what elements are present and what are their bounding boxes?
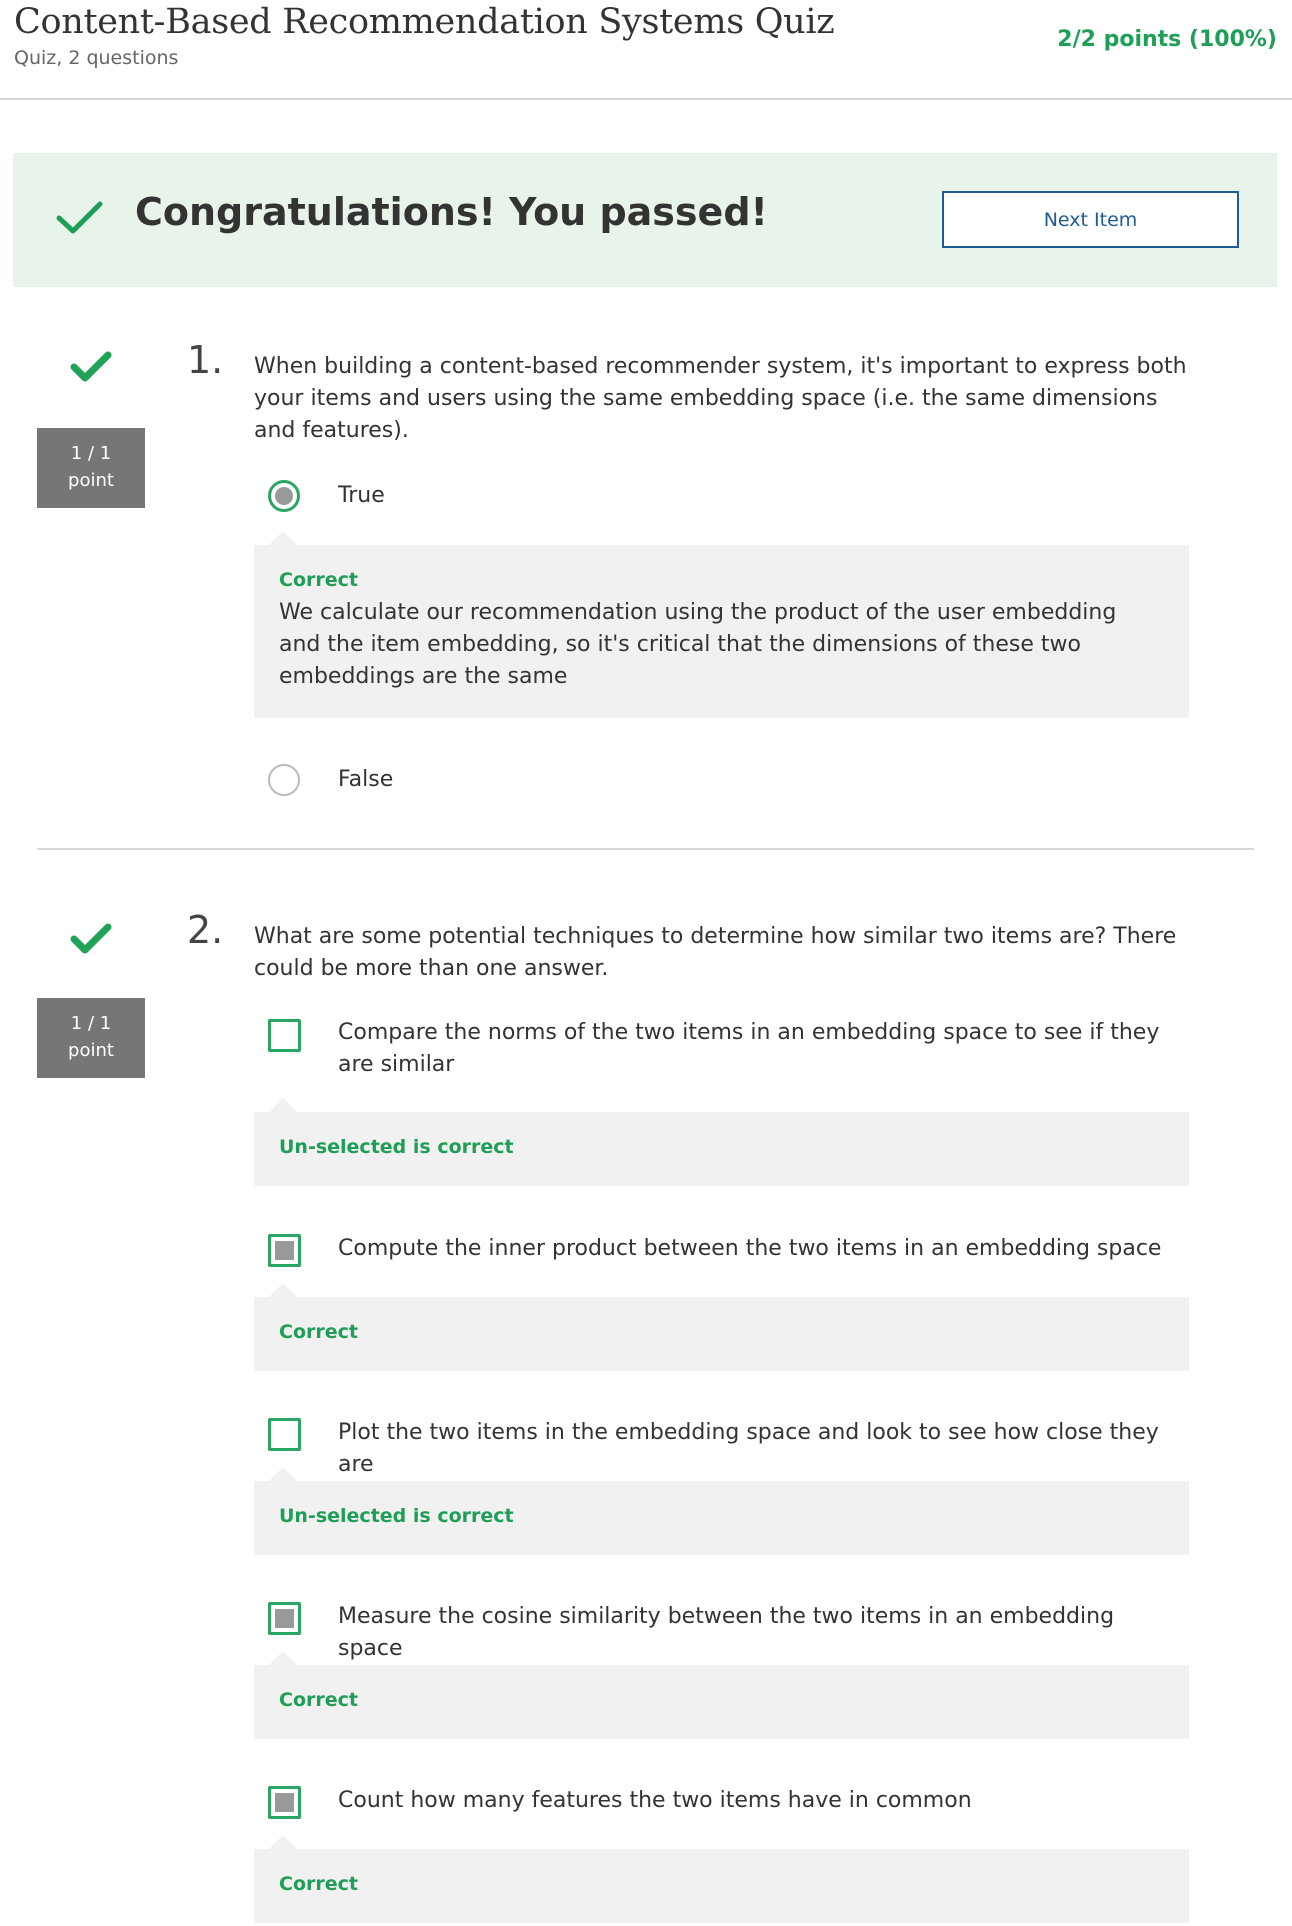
feedback-panel: Correct: [254, 1651, 1189, 1739]
feedback-panel: Correct We calculate our recommendation …: [254, 531, 1189, 718]
checkbox[interactable]: [268, 1234, 301, 1267]
option-plot-items[interactable]: Plot the two items in the embedding spac…: [254, 1416, 1189, 1477]
question-prompt: What are some potential techniques to de…: [254, 924, 1177, 981]
checkbox[interactable]: [268, 1602, 301, 1635]
pass-message: Congratulations! You passed!: [135, 190, 768, 234]
feedback-status: Correct: [279, 569, 358, 591]
feedback-panel: Correct: [254, 1835, 1189, 1923]
points-badge: 1 / 1 point: [37, 998, 145, 1078]
points-unit: point: [68, 470, 114, 491]
next-item-button[interactable]: Next Item: [942, 191, 1239, 248]
points-value: 1 / 1: [70, 1013, 112, 1034]
radio-button[interactable]: [268, 480, 300, 512]
option-label: Compare the norms of the two items in an…: [338, 1020, 1160, 1077]
option-label: Compute the inner product between the tw…: [338, 1236, 1162, 1261]
option-compare-norms[interactable]: Compare the norms of the two items in an…: [254, 1017, 1189, 1087]
feedback-status: Correct: [279, 1873, 358, 1895]
option-label: Count how many features the two items ha…: [338, 1788, 972, 1813]
feedback-status: Correct: [279, 1321, 358, 1343]
points-value: 1 / 1: [70, 443, 112, 464]
checkmark-icon: [56, 201, 103, 234]
page-title: Content-Based Recommendation Systems Qui…: [14, 2, 835, 42]
feedback-panel: Un-selected is correct: [254, 1098, 1189, 1186]
option-label: True: [338, 483, 385, 508]
checkbox[interactable]: [268, 1019, 301, 1052]
feedback-status: Un-selected is correct: [279, 1136, 514, 1158]
question-divider: [37, 848, 1254, 850]
checkbox[interactable]: [268, 1418, 301, 1451]
question-prompt: When building a content-based recommende…: [254, 354, 1187, 443]
checkbox[interactable]: [268, 1786, 301, 1819]
pass-banner: Congratulations! You passed! Next Item: [13, 153, 1277, 287]
feedback-status: Un-selected is correct: [279, 1505, 514, 1527]
option-inner-product[interactable]: Compute the inner product between the tw…: [254, 1232, 1189, 1272]
option-label: Plot the two items in the embedding spac…: [338, 1420, 1159, 1477]
option-label: Measure the cosine similarity between th…: [338, 1604, 1115, 1661]
option-label: False: [338, 767, 394, 792]
radio-button[interactable]: [268, 764, 300, 796]
quiz-subtitle: Quiz, 2 questions: [14, 47, 179, 69]
points-unit: point: [68, 1040, 114, 1061]
checkmark-icon: [70, 351, 112, 382]
feedback-status: Correct: [279, 1689, 358, 1711]
option-false[interactable]: False: [254, 762, 1189, 802]
option-true[interactable]: True: [254, 478, 1189, 518]
question-number: 1.: [187, 338, 224, 382]
quiz-header: Content-Based Recommendation Systems Qui…: [0, 0, 1292, 100]
score-summary: 2/2 points (100%): [1057, 27, 1277, 52]
feedback-text: We calculate our recommendation using th…: [279, 600, 1117, 689]
feedback-panel: Correct: [254, 1283, 1189, 1371]
option-cosine-similarity[interactable]: Measure the cosine similarity between th…: [254, 1600, 1189, 1661]
feedback-panel: Un-selected is correct: [254, 1467, 1189, 1555]
question-number: 2.: [187, 908, 224, 952]
checkmark-icon: [70, 923, 112, 954]
points-badge: 1 / 1 point: [37, 428, 145, 508]
option-count-features[interactable]: Count how many features the two items ha…: [254, 1784, 1189, 1824]
